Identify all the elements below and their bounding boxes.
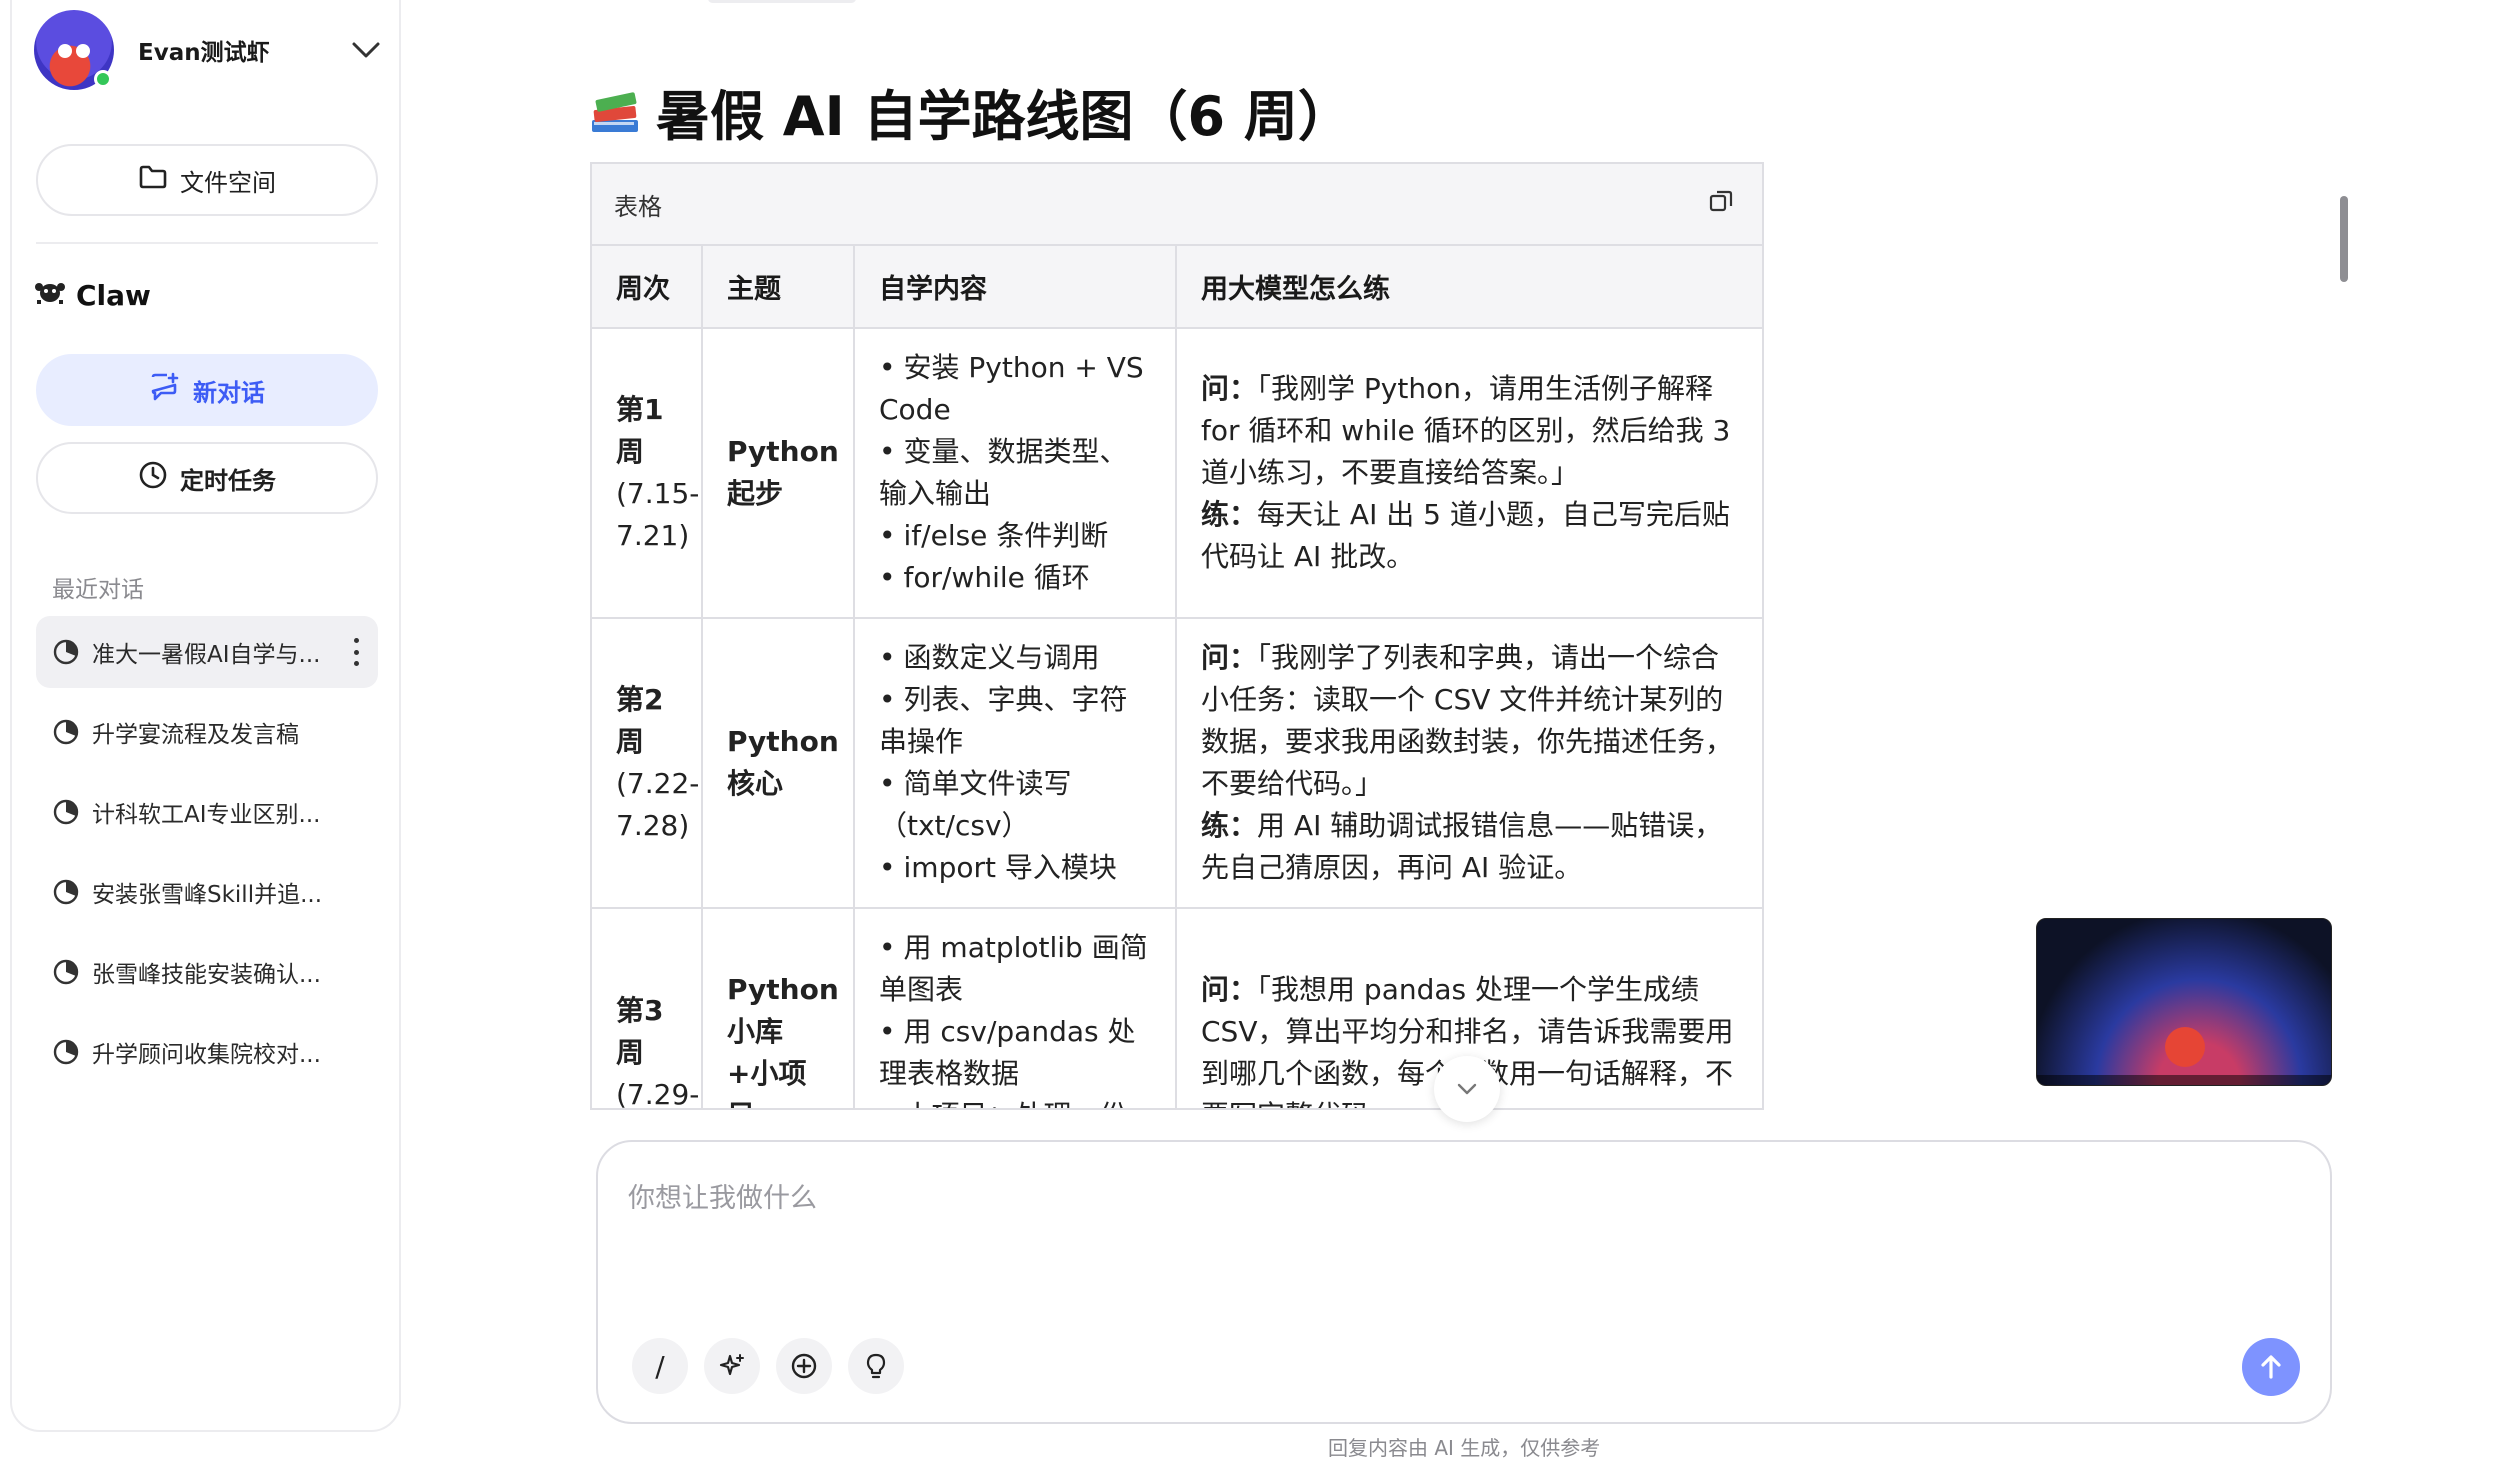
table-header-row: 周次 主题 自学内容 用大模型怎么练 <box>592 246 1762 329</box>
new-chat-label: 新对话 <box>193 378 265 407</box>
recent-chats-heading: 最近对话 <box>52 577 144 603</box>
practice-cell: 问：「我刚学了列表和字典，请出一个综合小任务：读取一个 CSV 文件并统计某列的… <box>1176 618 1762 909</box>
new-chat-icon <box>149 372 181 408</box>
chat-history-icon <box>53 719 79 745</box>
file-space-button[interactable]: 文件空间 <box>36 144 378 216</box>
ideas-button[interactable] <box>848 1338 904 1394</box>
column-header: 自学内容 <box>854 246 1177 329</box>
list-item: • 安装 Python + VS Code <box>879 351 1144 426</box>
screen-preview-thumbnail[interactable] <box>2036 918 2332 1086</box>
table-label: 表格 <box>614 192 662 221</box>
content-cell: • 函数定义与调用 • 列表、字典、字符串操作 • 简单文件读写（txt/csv） •… <box>854 618 1177 909</box>
more-options-icon[interactable] <box>352 638 360 666</box>
topic-cell: Python小库 +小项目 <box>702 908 855 1108</box>
topic-cell: Python起步 <box>702 328 855 619</box>
plus-circle-icon <box>791 1353 817 1379</box>
top-scroll-handle <box>708 0 856 3</box>
page-heading: 暑假 AI 自学路线图（6 周） <box>588 72 1352 151</box>
recent-chat-label: 升学宴流程及发言稿 <box>92 722 299 748</box>
page-heading-text: 暑假 AI 自学路线图（6 周） <box>656 85 1352 148</box>
scroll-to-bottom-button[interactable] <box>1434 1056 1500 1122</box>
list-item: • if/else 条件判断 <box>879 519 1109 552</box>
add-attachment-button[interactable] <box>776 1338 832 1394</box>
chevron-down-icon <box>1457 1083 1477 1095</box>
list-item: • for/while 循环 <box>879 561 1090 594</box>
recent-chat-item[interactable]: 计科软工AI专业区别... <box>36 776 378 848</box>
column-header: 用大模型怎么练 <box>1176 246 1762 329</box>
week-cell: 第2周 (7.22-7.28) <box>592 618 703 909</box>
list-item: • 用 matplotlib 画简单图表 <box>879 931 1148 1006</box>
recent-chat-label: 计科软工AI专业区别... <box>92 802 321 828</box>
send-button[interactable] <box>2242 1338 2300 1396</box>
chat-history-icon <box>53 1039 79 1065</box>
table-row: 第3周(7.29- Python小库 +小项目 •用 matplotlib 画简… <box>592 908 1762 1108</box>
arrow-up-icon <box>2261 1355 2281 1379</box>
chat-history-icon <box>53 879 79 905</box>
table-row: 第2周 (7.22-7.28) Python核心 • 函数定义与调用 • 列表、字典、… <box>592 618 1762 909</box>
content-cell: • 安装 Python + VS Code • 变量、数据类型、输入输出 • if/e… <box>854 328 1177 619</box>
topic-cell: Python核心 <box>702 618 855 909</box>
profile-switcher[interactable]: Evan测试虾 <box>34 8 384 92</box>
recent-chat-item[interactable]: 升学顾问收集院校对... <box>36 1016 378 1088</box>
table-card: 表格 周次 主题 自学内容 用大模型怎么练 第1周 (7.15-7.21) Pyt… <box>590 162 1764 1110</box>
column-header: 周次 <box>592 246 703 329</box>
books-icon <box>592 91 638 132</box>
content-cell: • 用 matplotlib 画简单图表 • 用 csv/pandas 处理表格数据… <box>854 908 1177 1108</box>
sidebar-divider <box>36 242 378 244</box>
list-item: • 变量、数据类型、输入输出 <box>879 435 1128 510</box>
list-item: •小项目：处理一份真 <box>879 1095 1151 1108</box>
scheduled-tasks-label: 定时任务 <box>180 466 276 495</box>
chat-history-icon <box>53 799 79 825</box>
week-cell: 第1周 (7.15-7.21) <box>592 328 703 619</box>
chevron-down-icon[interactable] <box>348 32 384 68</box>
new-chat-button[interactable]: 新对话 <box>36 354 378 426</box>
avatar <box>34 10 114 90</box>
message-composer: / <box>596 1140 2332 1424</box>
recent-chat-label: 升学顾问收集院校对... <box>92 1042 321 1068</box>
slash-icon: / <box>655 1349 665 1383</box>
claw-section-title: Claw <box>34 278 151 313</box>
chat-history-icon <box>53 639 79 665</box>
slash-command-button[interactable]: / <box>632 1338 688 1394</box>
table-row: 第1周 (7.15-7.21) Python起步 • 安装 Python + VS … <box>592 328 1762 619</box>
scheduled-tasks-button[interactable]: 定时任务 <box>36 442 378 514</box>
list-item: • 用 csv/pandas 处理表格数据 <box>879 1015 1136 1090</box>
skills-button[interactable] <box>704 1338 760 1394</box>
recent-chat-item[interactable]: 安装张雪峰Skill并追... <box>36 856 378 928</box>
table-toolbar: 表格 <box>592 164 1762 246</box>
claw-logo-icon <box>34 278 66 313</box>
recent-chats-list: 准大一暑假AI自学与... 升学宴流程及发言稿 计科软工AI专业区别... 安装… <box>36 616 378 1096</box>
preview-dock <box>2037 1075 2331 1085</box>
list-item: • 函数定义与调用 <box>879 641 1100 674</box>
learning-plan-table: 周次 主题 自学内容 用大模型怎么练 第1周 (7.15-7.21) Python… <box>592 246 1762 1108</box>
sparkle-icon <box>719 1354 744 1376</box>
file-space-label: 文件空间 <box>180 168 276 197</box>
clock-icon <box>138 460 168 496</box>
scrollbar-thumb[interactable] <box>2340 196 2348 282</box>
list-item: • 简单文件读写（txt/csv） <box>879 767 1072 842</box>
recent-chat-item[interactable]: 张雪峰技能安装确认... <box>36 936 378 1008</box>
chat-history-icon <box>53 959 79 985</box>
list-item: • import 导入模块 <box>879 851 1117 884</box>
message-input[interactable] <box>628 1176 2288 1296</box>
list-item: • 列表、字典、字符串操作 <box>879 683 1128 758</box>
folder-icon <box>138 164 168 196</box>
recent-chat-label: 准大一暑假AI自学与... <box>92 642 321 668</box>
copy-icon[interactable] <box>1708 188 1734 220</box>
column-header: 主题 <box>702 246 855 329</box>
ai-disclaimer: 回复内容由 AI 生成，仅供参考 <box>1328 1436 1601 1460</box>
practice-cell: 问：「我刚学 Python，请用生活例子解释 for 循环和 while 循环的… <box>1176 328 1762 619</box>
profile-name: Evan测试虾 <box>138 40 270 66</box>
mascot-image <box>2165 1027 2205 1067</box>
sidebar: Evan测试虾 文件空间 Claw 新对话 定时任务 最近对话 准大一暑假AI自… <box>10 0 401 1432</box>
recent-chat-label: 安装张雪峰Skill并追... <box>92 882 323 908</box>
recent-chat-item[interactable]: 准大一暑假AI自学与... <box>36 616 378 688</box>
week-cell: 第3周 (7.29- <box>592 908 703 1108</box>
recent-chat-label: 张雪峰技能安装确认... <box>92 962 321 988</box>
recent-chat-item[interactable]: 升学宴流程及发言稿 <box>36 696 378 768</box>
claw-title-text: Claw <box>76 279 151 312</box>
lightbulb-icon <box>866 1353 886 1379</box>
online-status-dot <box>94 70 112 88</box>
